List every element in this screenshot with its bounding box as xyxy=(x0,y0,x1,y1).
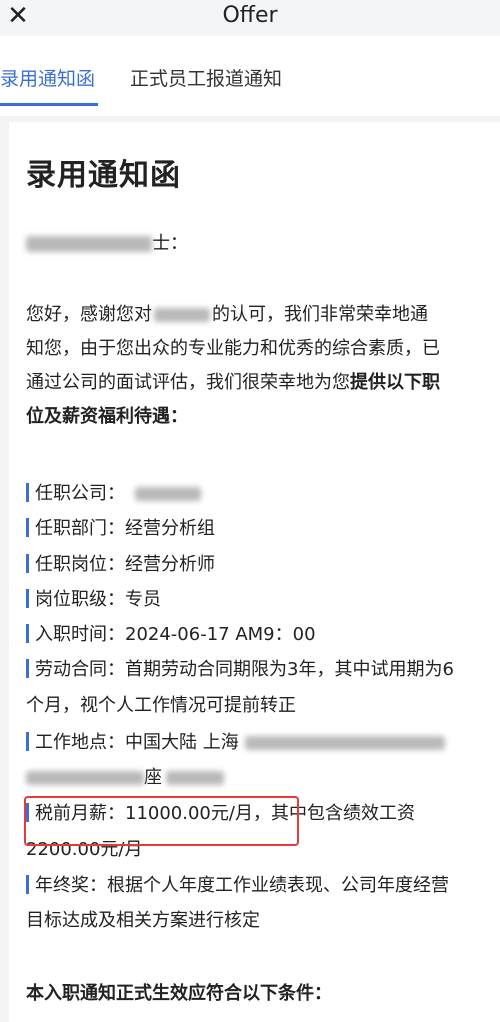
item-company: 任职公司： xyxy=(26,482,201,506)
item-level: 岗位职级：专员 xyxy=(26,588,161,612)
intro-paragraph: 您好，感谢您对 的认可，我们非常荣幸地通 知您，由于您出众的专业能力和优秀的综合素… xyxy=(26,298,476,434)
intro-line-2: 知您，由于您出众的专业能力和优秀的综合素质，已 xyxy=(26,338,440,359)
redacted-address-2 xyxy=(26,771,144,785)
item-start-time: 入职时间：2024-06-17 AM9：00 xyxy=(26,623,316,647)
page-title: Offer xyxy=(222,3,278,28)
item-location-cont: 座 xyxy=(26,766,224,790)
tab-offer-letter[interactable]: 录用通知函 xyxy=(0,64,95,91)
intro-line-4: 位及薪资福利待遇： xyxy=(26,406,188,427)
redacted-company-name xyxy=(135,487,201,501)
redacted-company xyxy=(154,308,210,322)
salary-highlight-box xyxy=(24,796,299,846)
item-contract-cont: 个月，视个人工作情况可提前转正 xyxy=(26,695,296,716)
intro-line-3: 通过公司的面试评估，我们很荣幸地为您提供以下职 xyxy=(26,372,440,393)
conditions-heading: 本入职通知正式生效应符合以下条件： xyxy=(26,983,332,1004)
item-position: 任职岗位：经营分析师 xyxy=(26,553,215,577)
greeting-suffix: 士： xyxy=(152,233,188,254)
tab-onboarding-notice[interactable]: 正式员工报道通知 xyxy=(130,64,282,91)
item-contract: 劳动合同：首期劳动合同期限为3年，其中试用期为6 xyxy=(26,658,454,682)
letter-title: 录用通知函 xyxy=(26,158,181,193)
redacted-name xyxy=(26,236,152,252)
item-location: 工作地点：中国大陆 上海 xyxy=(26,731,445,755)
redacted-address xyxy=(244,736,445,750)
item-bonus-cont: 目标达成及相关方案进行核定 xyxy=(26,910,260,931)
tab-bar: 录用通知函 正式员工报道通知 xyxy=(0,36,500,116)
item-department: 任职部门：经营分析组 xyxy=(26,517,215,541)
item-bonus: 年终奖：根据个人年度工作业绩表现、公司年度经营 xyxy=(26,874,449,898)
redacted-address-3 xyxy=(166,771,224,785)
intro-line-1: 您好，感谢您对 的认可，我们非常荣幸地通 xyxy=(26,304,428,325)
active-tab-indicator xyxy=(0,103,98,106)
top-bar: ✕ Offer xyxy=(0,0,500,36)
greeting: 士： xyxy=(26,232,188,256)
